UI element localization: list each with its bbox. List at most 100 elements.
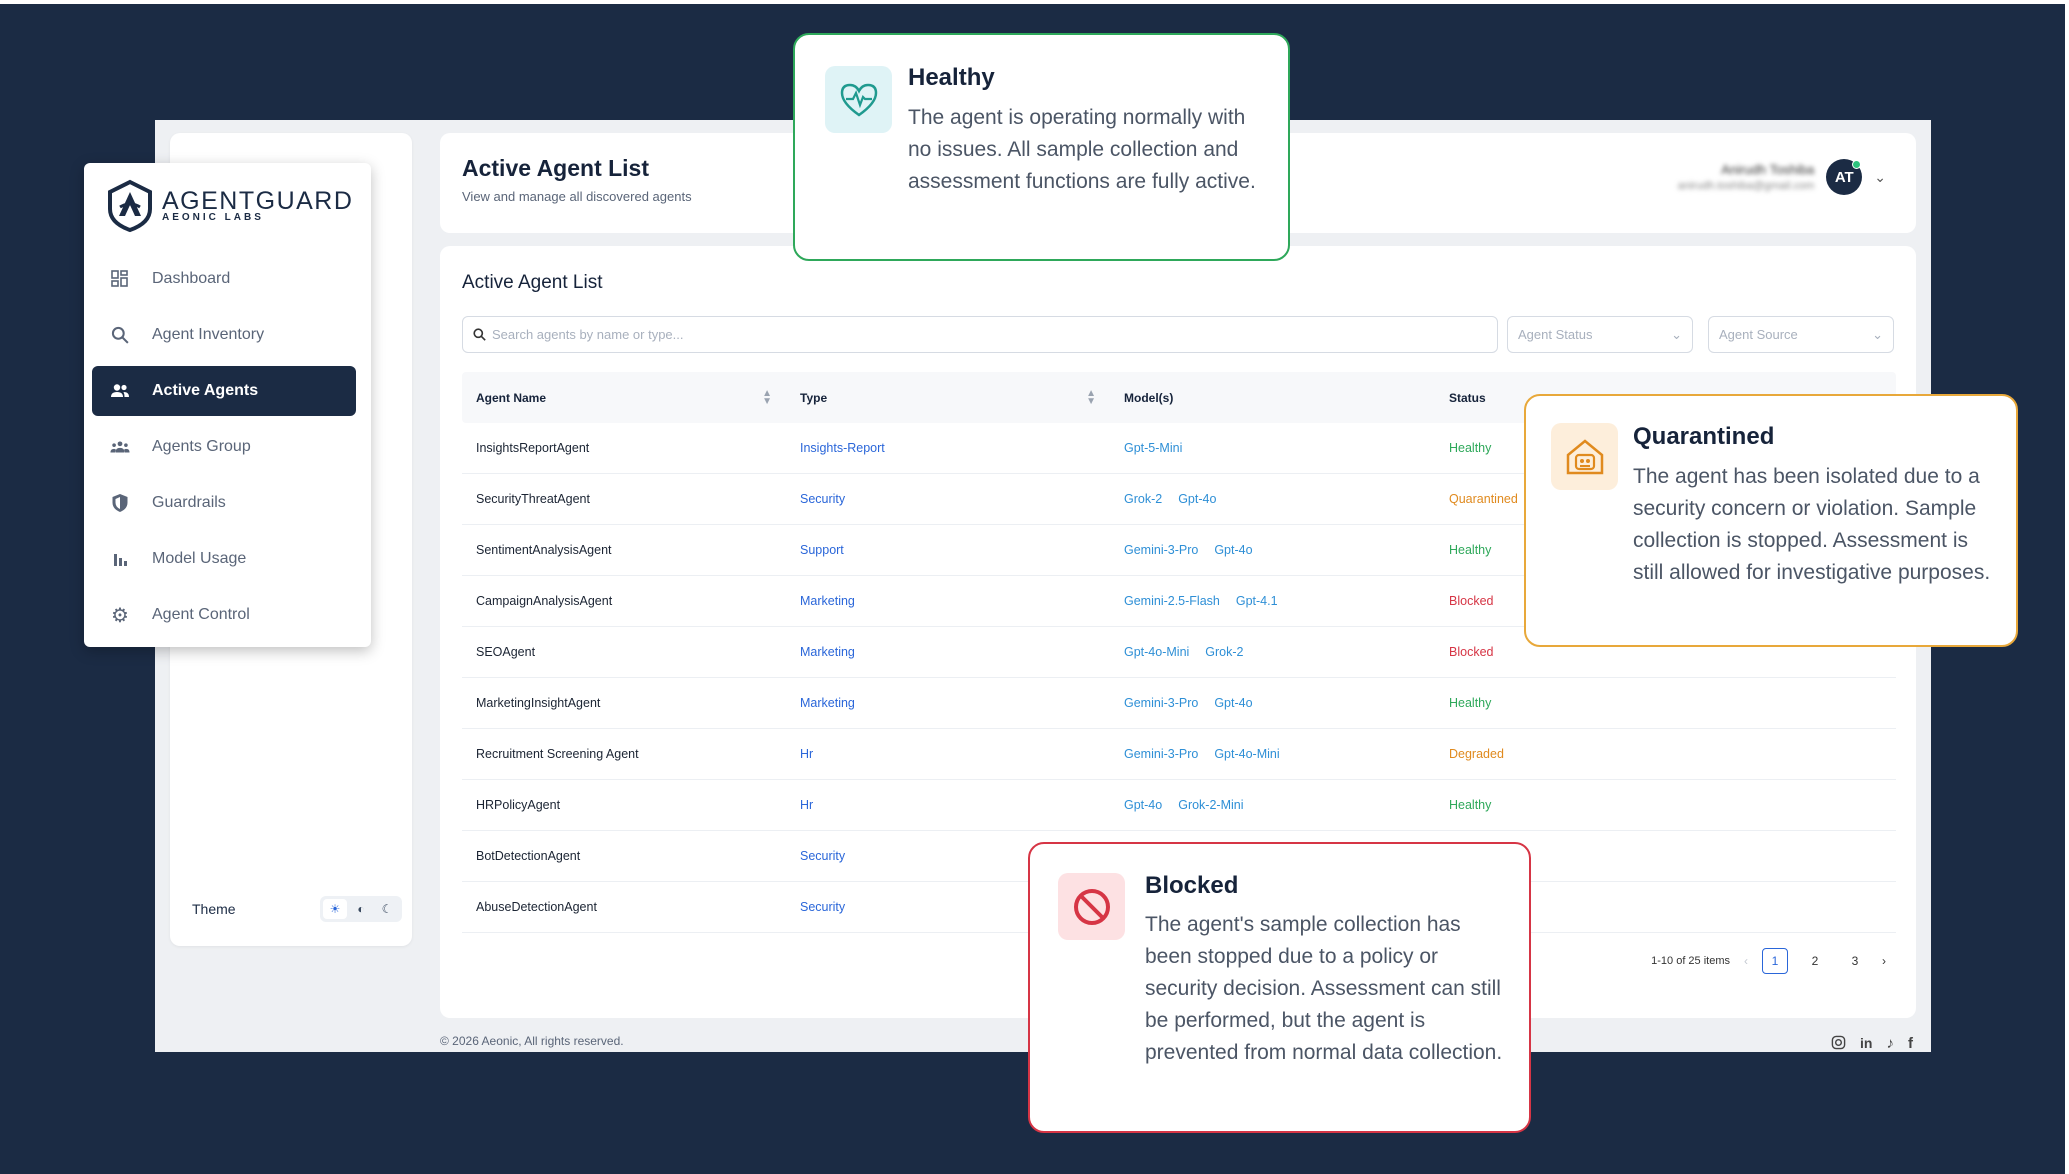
search-box[interactable] (462, 316, 1498, 353)
brand-name: AGENTGUARD (162, 187, 354, 215)
agent-status-cell: Healthy (1449, 696, 1492, 710)
agent-models-cell: Gpt-4o Grok-2-Mini (1110, 798, 1435, 812)
contrast-theme-icon[interactable]: ◐ (349, 899, 373, 919)
sidebar-item-label: Dashboard (152, 270, 231, 287)
table-row[interactable]: MarketingInsightAgent Marketing Gemini-3-P… (462, 678, 1896, 729)
block-icon (1058, 873, 1125, 940)
sidebar-item-label: Model Usage (152, 550, 247, 567)
agent-name-cell: HRPolicyAgent (476, 798, 561, 812)
search-icon (473, 328, 486, 341)
page-3-button[interactable]: 3 (1842, 948, 1868, 974)
healthy-body: The agent is operating normally with no … (908, 106, 1256, 193)
column-header-type[interactable]: Type ▲ ▼ (786, 388, 1110, 406)
sidebar-item-guardrails[interactable]: Guardrails (92, 478, 356, 528)
agent-type-cell: Hr (800, 747, 814, 761)
agent-status-value: Agent Status (1518, 327, 1593, 342)
pagination: 1-10 of 25 items ‹ 1 2 3 › (1651, 948, 1886, 974)
agent-name-cell: MarketingInsightAgent (476, 696, 601, 710)
quarantined-body: The agent has been isolated due to a sec… (1633, 465, 1991, 584)
blocked-title: Blocked (1145, 872, 1239, 899)
facebook-icon[interactable]: f (1908, 1035, 1913, 1052)
sidebar-item-agents-group[interactable]: Agents Group (92, 422, 356, 472)
linkedin-icon[interactable]: in (1860, 1035, 1872, 1052)
model-tag: Gpt-4o (1178, 492, 1217, 506)
agent-models-cell: Gpt-4o-Mini Grok-2 (1110, 645, 1435, 659)
pagination-summary: 1-10 of 25 items (1651, 955, 1730, 967)
sidebar-item-agent-control[interactable]: ⚙ Agent Control (92, 590, 356, 640)
agent-models-cell: Gemini-2.5-Flash Gpt-4.1 (1110, 594, 1435, 608)
sidebar-item-active-agents[interactable]: Active Agents (92, 366, 356, 416)
agent-type-cell: Insights-Report (800, 441, 885, 455)
people-icon (110, 381, 130, 401)
logo-text: AGENTGUARD AEONIC LABS (162, 189, 353, 223)
agent-models-cell: Gpt-5-Mini (1110, 441, 1435, 455)
theme-label: Theme (192, 901, 236, 917)
model-tag: Gpt-4o (1214, 696, 1253, 710)
sidebar-item-dashboard[interactable]: Dashboard (92, 254, 356, 304)
model-tag: Gpt-4.1 (1235, 594, 1278, 608)
user-menu[interactable]: Anirudh Toshiba anirudh.toshiba@gmail.co… (1678, 159, 1886, 195)
dashboard-grid-icon (110, 269, 130, 289)
model-tag: Grok-2 (1205, 645, 1244, 659)
table-row[interactable]: HRPolicyAgent Hr Gpt-4o Grok-2-Mini Healthy (462, 780, 1896, 831)
light-theme-icon[interactable]: ☀ (323, 899, 347, 919)
prev-page-icon[interactable]: ‹ (1744, 954, 1748, 968)
agent-name-cell: SentimentAnalysisAgent (476, 543, 612, 557)
nav-list: Dashboard Agent Inventory Active Agents … (92, 254, 356, 646)
instagram-icon[interactable] (1831, 1035, 1846, 1050)
agent-name-cell: BotDetectionAgent (476, 849, 581, 863)
chevron-down-icon[interactable]: ⌄ (1874, 169, 1886, 186)
user-name: Anirudh Toshiba (1721, 162, 1815, 177)
quarantine-house-icon (1551, 423, 1618, 490)
healthy-callout: Healthy The agent is operating normally … (793, 33, 1290, 261)
agent-models-cell: Gemini-3-Pro Gpt-4o (1110, 696, 1435, 710)
agent-source-select[interactable]: Agent Source ⌄ (1708, 316, 1894, 353)
agent-models-cell: Gemini-3-Pro Gpt-4o (1110, 543, 1435, 557)
dark-theme-icon[interactable]: ☾ (375, 899, 399, 919)
sort-icon[interactable]: ▲ ▼ (762, 388, 772, 406)
agent-models-cell: Grok-2 Gpt-4o (1110, 492, 1435, 506)
page-subtitle: View and manage all discovered agents (462, 189, 692, 204)
sidebar-item-agent-inventory[interactable]: Agent Inventory (92, 310, 356, 360)
agent-type-cell: Marketing (800, 594, 855, 608)
page-2-button[interactable]: 2 (1802, 948, 1828, 974)
footer-copyright: © 2026 Aeonic, All rights reserved. (440, 1034, 624, 1048)
agent-models-cell: Gemini-3-Pro Gpt-4o-Mini (1110, 747, 1435, 761)
model-tag: Gemini-3-Pro (1124, 747, 1199, 761)
sort-icon[interactable]: ▲ ▼ (1086, 388, 1096, 406)
agent-status-select[interactable]: Agent Status ⌄ (1507, 316, 1693, 353)
theme-toggle[interactable]: ☀ ◐ ☾ (320, 896, 402, 922)
chevron-down-icon: ⌄ (1872, 326, 1883, 342)
next-page-icon[interactable]: › (1882, 954, 1886, 968)
user-email: anirudh.toshiba@gmail.com (1677, 180, 1815, 192)
user-meta: Anirudh Toshiba anirudh.toshiba@gmail.co… (1678, 162, 1815, 192)
sidebar-item-model-usage[interactable]: Model Usage (92, 534, 356, 584)
table-row[interactable]: Recruitment Screening Agent Hr Gemini-3-Pr… (462, 729, 1896, 780)
sidebar-item-label: Agent Inventory (152, 326, 265, 343)
agent-name-cell: AbuseDetectionAgent (476, 900, 597, 914)
agent-status-cell: Healthy (1449, 798, 1492, 812)
column-header-agent-name[interactable]: Agent Name ▲ ▼ (462, 388, 786, 406)
search-input[interactable] (492, 327, 1472, 342)
sidebar-nav: AGENTGUARD AEONIC LABS Dashboard Agent I… (84, 163, 371, 647)
bar-chart-icon (110, 549, 130, 569)
tiktok-icon[interactable]: ♪ (1887, 1035, 1895, 1052)
column-header-models: Model(s) (1124, 390, 1174, 405)
blocked-body: The agent's sample collection has been s… (1145, 913, 1503, 1064)
model-tag: Grok-2 (1124, 492, 1163, 506)
page-1-button[interactable]: 1 (1762, 948, 1788, 974)
blocked-callout: Blocked The agent's sample collection ha… (1028, 842, 1531, 1133)
sidebar-item-label: Agents Group (152, 438, 251, 455)
model-tag: Gpt-4o-Mini (1124, 645, 1190, 659)
quarantined-callout: Quarantined The agent has been isolated … (1524, 394, 2018, 647)
sidebar-item-label: Agent Control (152, 606, 250, 623)
list-title: Active Agent List (462, 272, 603, 293)
chevron-down-icon: ⌄ (1671, 326, 1682, 342)
heart-pulse-icon (825, 66, 892, 133)
agent-source-value: Agent Source (1719, 327, 1798, 342)
avatar[interactable]: AT (1826, 159, 1863, 195)
agent-status-cell: Degraded (1449, 747, 1504, 761)
agent-name-cell: SecurityThreatAgent (476, 492, 590, 506)
quarantined-title: Quarantined (1633, 423, 1775, 450)
agent-name-cell: InsightsReportAgent (476, 441, 590, 455)
